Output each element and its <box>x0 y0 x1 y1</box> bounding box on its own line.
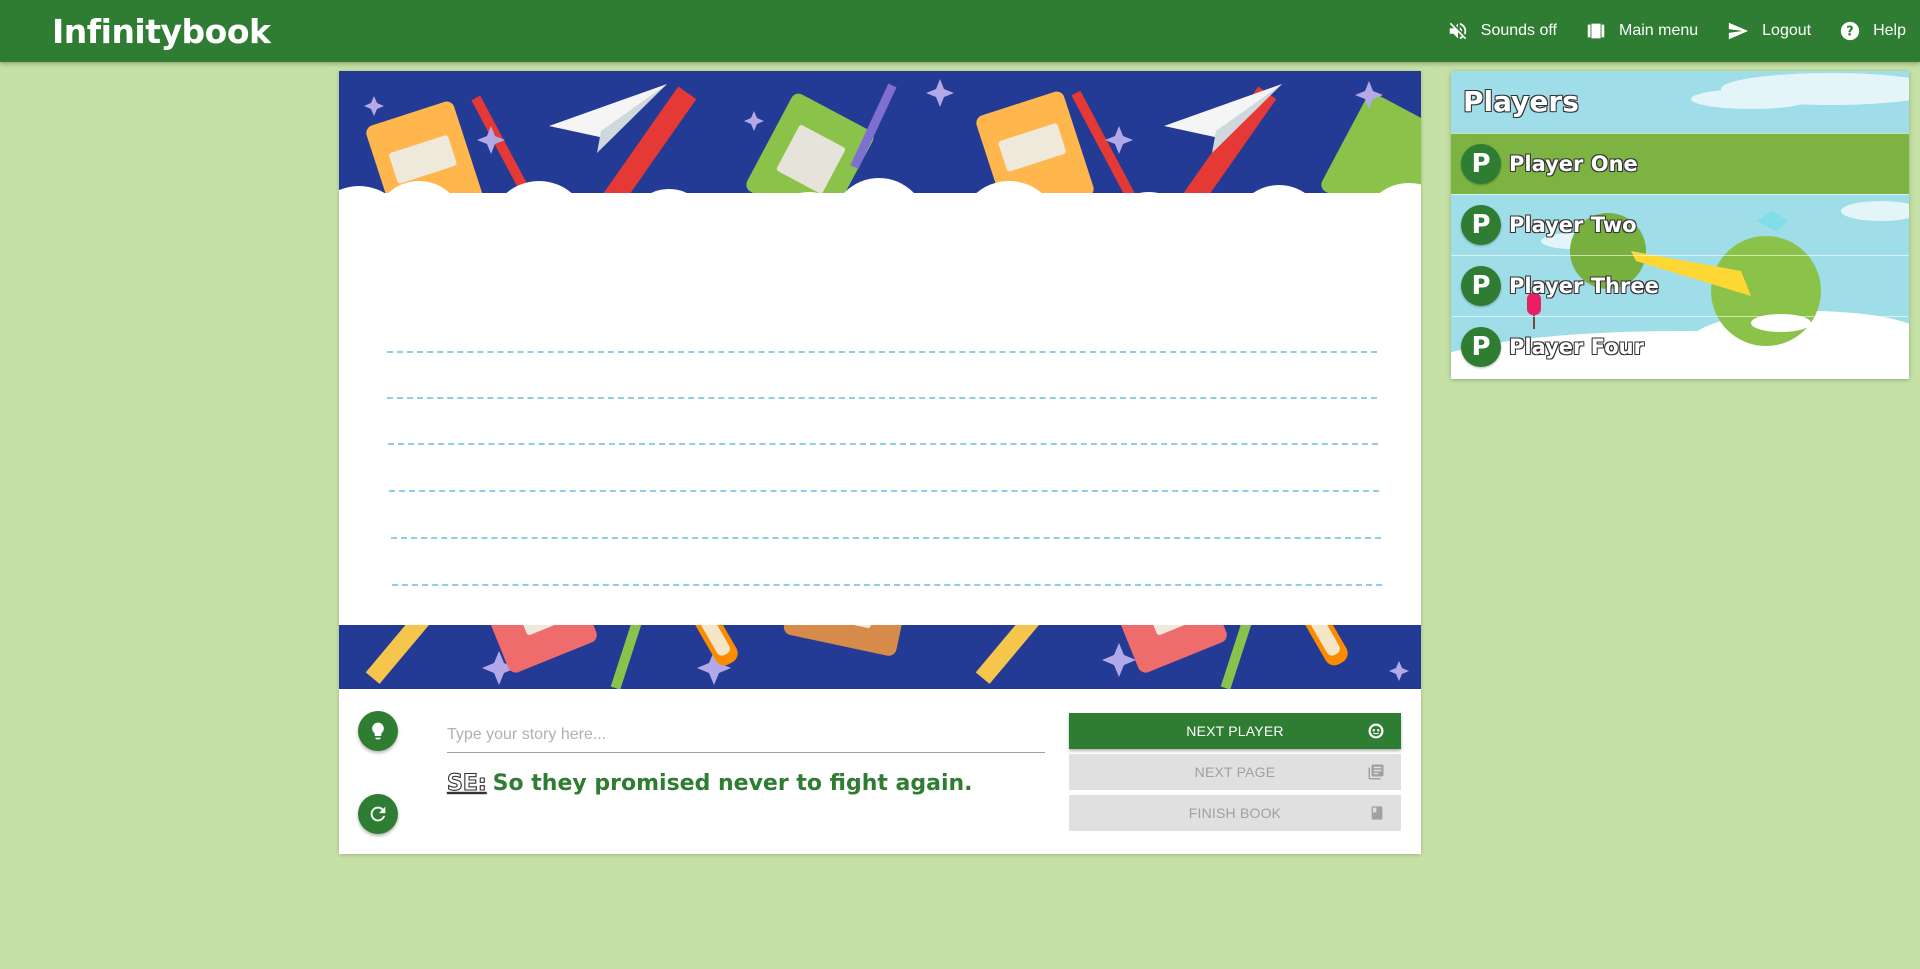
top-nav: Sounds off Main menu Logout ? Help <box>1419 0 1906 62</box>
sentence-text: So they promised never to fight again. <box>492 771 973 796</box>
book-page-illustration <box>339 71 1421 689</box>
writing-area <box>339 193 1421 625</box>
next-player-label: NEXT PLAYER <box>1186 723 1284 739</box>
player-name: Player Two <box>1509 213 1637 237</box>
finish-book-button[interactable]: FINISH BOOK <box>1069 795 1401 831</box>
player-name: Player Three <box>1509 274 1659 298</box>
book-open-icon <box>1587 23 1605 39</box>
sounds-label: Sounds off <box>1480 22 1557 39</box>
logout-label: Logout <box>1762 22 1812 39</box>
next-page-button[interactable]: NEXT PAGE <box>1069 754 1401 790</box>
player-name: Player One <box>1509 152 1638 176</box>
svg-text:?: ? <box>1846 25 1853 40</box>
app-brand[interactable]: Infinitybook <box>52 12 271 51</box>
ruled-line <box>392 584 1382 586</box>
player-avatar: P <box>1461 205 1501 245</box>
refresh-button[interactable] <box>358 794 398 834</box>
player-row[interactable]: P Player Four <box>1451 316 1909 377</box>
story-controls: SE:So they promised never to fight again… <box>339 689 1421 854</box>
players-panel: Players P Player One P Player Two P Player Th… <box>1451 71 1909 379</box>
player-row[interactable]: P Player One <box>1451 133 1909 194</box>
player-row[interactable]: P Player Three <box>1451 255 1909 316</box>
library-books-icon <box>1368 764 1384 780</box>
next-page-label: NEXT PAGE <box>1194 764 1276 780</box>
top-app-bar: Infinitybook Sounds off Main menu Logout… <box>0 0 1920 62</box>
book-icon <box>1371 806 1383 820</box>
ruled-line <box>389 490 1379 492</box>
next-player-button[interactable]: NEXT PLAYER <box>1069 713 1401 749</box>
sentence-prefix: SE: <box>447 771 488 797</box>
logout-button[interactable]: Logout <box>1726 20 1811 42</box>
player-avatar: P <box>1461 144 1501 184</box>
face-icon <box>1368 723 1384 739</box>
help-label: Help <box>1873 22 1906 39</box>
player-name: Player Four <box>1509 335 1644 359</box>
finish-book-label: FINISH BOOK <box>1188 805 1282 821</box>
players-title: Players <box>1463 85 1579 118</box>
book-card: SE:So they promised never to fight again… <box>339 71 1421 854</box>
player-row[interactable]: P Player Two <box>1451 194 1909 255</box>
ruled-line <box>388 443 1378 445</box>
player-avatar: P <box>1461 327 1501 367</box>
story-sentence: SE: So they promised never to fight again… <box>447 771 973 797</box>
ruled-line <box>387 351 1377 353</box>
hint-button[interactable] <box>358 711 398 751</box>
main-menu-button[interactable]: Main menu <box>1585 20 1698 42</box>
help-circle-icon: ? <box>1840 21 1860 41</box>
lightbulb-icon <box>372 722 384 740</box>
story-input[interactable] <box>447 717 1045 753</box>
volume-off-icon <box>1449 22 1467 40</box>
main-menu-label: Main menu <box>1619 22 1699 39</box>
refresh-icon <box>370 806 386 822</box>
sounds-toggle-button[interactable]: Sounds off <box>1447 20 1557 42</box>
send-icon <box>1728 22 1749 40</box>
player-avatar: P <box>1461 266 1501 306</box>
ruled-line <box>387 397 1377 399</box>
help-button[interactable]: ? Help <box>1839 20 1906 42</box>
ruled-line <box>391 537 1381 539</box>
